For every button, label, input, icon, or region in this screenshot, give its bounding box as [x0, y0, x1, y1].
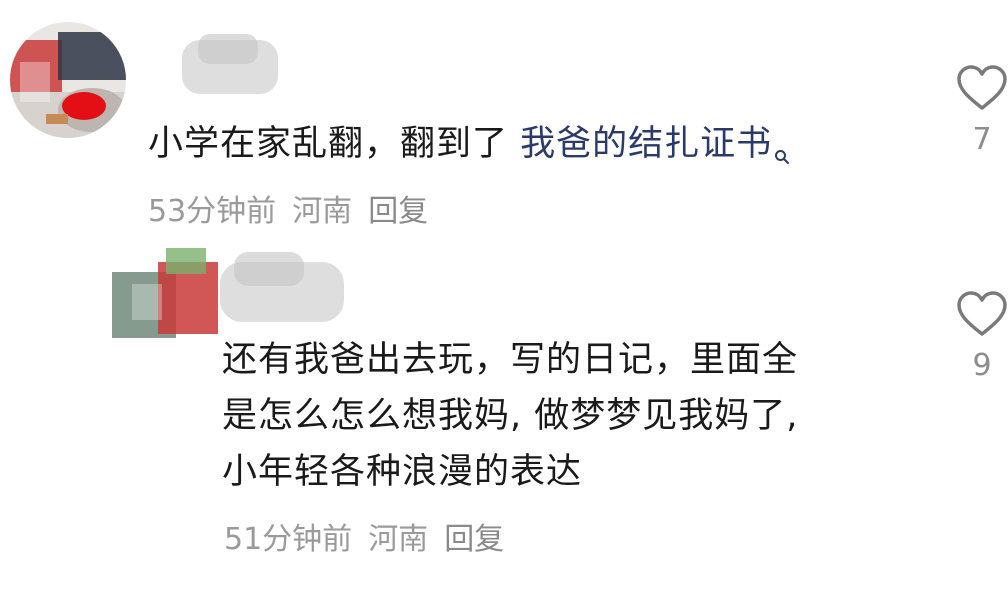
comment-time: 51分钟前 — [224, 522, 353, 557]
reply-button[interactable]: 回复 — [444, 522, 504, 557]
comment-location: 河南 — [368, 522, 429, 557]
comment-text: 还有我爸出去玩，写的日记，里面全 是怎么怎么想我妈, 做梦梦见我妈了, 小年轻各… — [222, 332, 798, 500]
comment-list: 小学在家乱翻，翻到了 我爸的结扎证书 53分钟前 河南 回复 7 还有我爸出去玩，写… — [0, 0, 1008, 592]
heart-icon[interactable] — [956, 291, 1008, 342]
avatar[interactable] — [112, 244, 224, 344]
comment-text-plain: 小学在家乱翻，翻到了 — [148, 124, 521, 164]
like-button[interactable]: 7 — [956, 64, 1008, 157]
like-count: 7 — [972, 122, 992, 157]
comment-meta: 53分钟前 河南 回复 — [148, 186, 428, 230]
comment-time: 53分钟前 — [148, 194, 277, 229]
search-link[interactable]: 我爸的结扎证书 — [520, 124, 772, 164]
username-obscured[interactable] — [176, 30, 286, 102]
comment-text: 小学在家乱翻，翻到了 我爸的结扎证书 — [148, 116, 790, 182]
comment-location: 河南 — [292, 194, 353, 229]
comment-line-1: 还有我爸出去玩，写的日记，里面全 — [222, 340, 799, 380]
username-obscured[interactable] — [214, 246, 350, 332]
reply-button[interactable]: 回复 — [368, 194, 428, 229]
like-button[interactable]: 9 — [956, 290, 1008, 383]
like-count: 9 — [972, 348, 992, 383]
search-icon[interactable] — [774, 126, 790, 182]
comment-meta: 51分钟前 河南 回复 — [224, 514, 504, 558]
comment-line-2: 是怎么怎么想我妈, 做梦梦见我妈了, — [222, 396, 799, 436]
comment-line-3: 小年轻各种浪漫的表达 — [222, 452, 583, 492]
heart-icon[interactable] — [956, 65, 1008, 116]
avatar[interactable] — [10, 22, 126, 138]
